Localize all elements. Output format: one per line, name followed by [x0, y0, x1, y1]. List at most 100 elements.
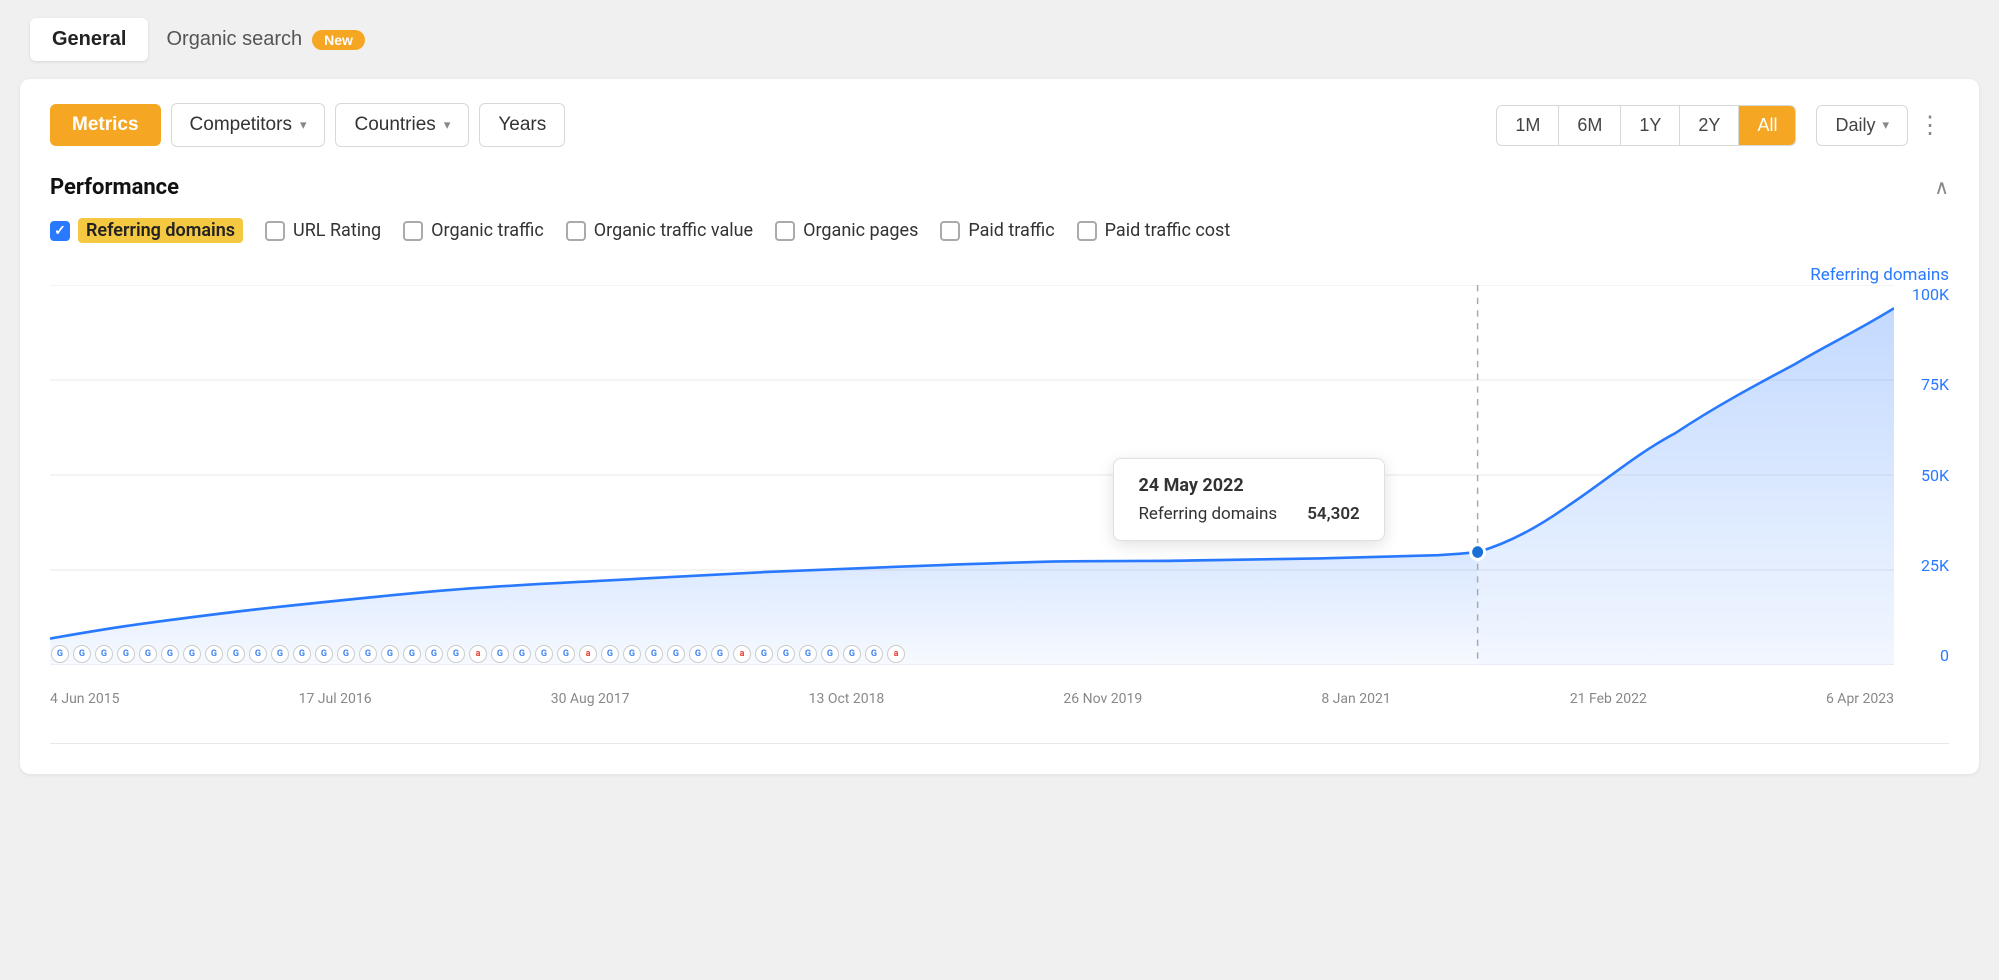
g-icon: G	[623, 645, 641, 663]
g-icon: G	[425, 645, 443, 663]
checkbox-organic-pages[interactable]	[775, 221, 795, 241]
g-icon: G	[557, 645, 575, 663]
x-label-2: 30 Aug 2017	[551, 691, 630, 707]
metric-label-organic-pages: Organic pages	[803, 220, 918, 241]
years-button[interactable]: Years	[479, 103, 565, 147]
x-label-6: 21 Feb 2022	[1570, 691, 1647, 707]
g-icon: G	[359, 645, 377, 663]
metrics-button[interactable]: Metrics	[50, 104, 161, 146]
checkbox-organic-traffic-value[interactable]	[566, 221, 586, 241]
top-tabs-bar: General Organic search New	[0, 0, 1999, 79]
metric-organic-traffic-value: Organic traffic value	[566, 220, 753, 241]
metric-paid-traffic: Paid traffic	[940, 220, 1054, 241]
toolbar-right: 1M 6M 1Y 2Y All Daily ▾ ⋮	[1496, 105, 1949, 146]
metric-label-paid-traffic: Paid traffic	[968, 220, 1054, 241]
g-icon: G	[711, 645, 729, 663]
g-icon: G	[249, 645, 267, 663]
g-icon: G	[293, 645, 311, 663]
metric-url-rating: URL Rating	[265, 220, 381, 241]
metric-organic-traffic: Organic traffic	[403, 220, 544, 241]
tab-general[interactable]: General	[30, 18, 148, 61]
metric-label-organic-traffic-value: Organic traffic value	[594, 220, 753, 241]
tooltip-row: Referring domains 54,302	[1138, 504, 1359, 524]
g-icon: G	[381, 645, 399, 663]
competitors-label: Competitors	[190, 114, 292, 136]
countries-chevron-icon: ▾	[444, 117, 451, 133]
time-all-button[interactable]: All	[1739, 106, 1795, 145]
g-icon: G	[337, 645, 355, 663]
y-label-50k: 50K	[1921, 466, 1949, 485]
section-divider	[50, 743, 1949, 744]
g-icon: G	[865, 645, 883, 663]
daily-chevron-icon: ▾	[1882, 117, 1889, 133]
g-icon: G	[315, 645, 333, 663]
time-2y-button[interactable]: 2Y	[1680, 106, 1739, 145]
g-icon: G	[205, 645, 223, 663]
daily-button[interactable]: Daily ▾	[1816, 105, 1908, 146]
new-badge: New	[312, 30, 365, 50]
x-label-3: 13 Oct 2018	[809, 691, 885, 707]
toolbar: Metrics Competitors ▾ Countries ▾ Years …	[50, 103, 1949, 147]
y-label-0: 0	[1940, 646, 1949, 665]
g-icon: G	[403, 645, 421, 663]
checkbox-organic-traffic[interactable]	[403, 221, 423, 241]
metric-label-url-rating: URL Rating	[293, 220, 381, 241]
g-icon: G	[139, 645, 157, 663]
chart-area: Referring domains 100K 75K 50K 25K 0	[50, 265, 1949, 725]
g-icon: G	[821, 645, 839, 663]
competitors-chevron-icon: ▾	[300, 117, 307, 133]
competitors-button[interactable]: Competitors ▾	[171, 103, 326, 147]
g-icon: G	[843, 645, 861, 663]
g-icon-alt: a	[887, 645, 905, 663]
g-icon: G	[447, 645, 465, 663]
g-icon: G	[227, 645, 245, 663]
time-range-group: 1M 6M 1Y 2Y All	[1496, 105, 1796, 146]
g-icon-alt: a	[733, 645, 751, 663]
metric-paid-traffic-cost: Paid traffic cost	[1077, 220, 1231, 241]
countries-label: Countries	[354, 114, 435, 136]
countries-button[interactable]: Countries ▾	[335, 103, 469, 147]
checkbox-referring-domains[interactable]	[50, 221, 70, 241]
x-label-5: 8 Jan 2021	[1321, 691, 1390, 707]
chart-legend-label: Referring domains	[1810, 265, 1949, 285]
y-label-100k: 100K	[1912, 285, 1949, 304]
g-icon: G	[535, 645, 553, 663]
g-icon: G	[271, 645, 289, 663]
main-content: Metrics Competitors ▾ Countries ▾ Years …	[20, 79, 1979, 774]
metrics-row: Referring domains URL Rating Organic tra…	[50, 218, 1949, 243]
x-label-4: 26 Nov 2019	[1063, 691, 1142, 707]
tab-organic-search-label: Organic search	[166, 28, 302, 51]
g-icon: G	[51, 645, 69, 663]
g-icon-alt: a	[469, 645, 487, 663]
daily-label: Daily	[1835, 115, 1875, 136]
g-icon: G	[73, 645, 91, 663]
collapse-button[interactable]: ∧	[1934, 175, 1949, 200]
performance-title: Performance	[50, 175, 179, 200]
chart-svg	[50, 285, 1894, 665]
y-label-75k: 75K	[1921, 375, 1949, 394]
x-label-0: 4 Jun 2015	[50, 691, 119, 707]
g-icon: G	[755, 645, 773, 663]
g-icon: G	[161, 645, 179, 663]
metric-label-referring-domains: Referring domains	[78, 218, 243, 243]
time-1m-button[interactable]: 1M	[1497, 106, 1559, 145]
time-1y-button[interactable]: 1Y	[1621, 106, 1680, 145]
g-icon: G	[491, 645, 509, 663]
metric-referring-domains: Referring domains	[50, 218, 243, 243]
y-axis: 100K 75K 50K 25K 0	[1912, 285, 1949, 665]
tooltip-metric: Referring domains	[1138, 504, 1277, 524]
g-icon: G	[667, 645, 685, 663]
checkbox-url-rating[interactable]	[265, 221, 285, 241]
more-options-button[interactable]: ⋮	[1912, 111, 1949, 140]
x-axis: 4 Jun 2015 17 Jul 2016 30 Aug 2017 13 Oc…	[50, 691, 1894, 707]
checkbox-paid-traffic-cost[interactable]	[1077, 221, 1097, 241]
tooltip-date: 24 May 2022	[1138, 475, 1359, 496]
time-6m-button[interactable]: 6M	[1559, 106, 1621, 145]
tooltip-value: 54,302	[1307, 504, 1360, 524]
g-icon: G	[183, 645, 201, 663]
metric-label-organic-traffic: Organic traffic	[431, 220, 544, 241]
g-icon: G	[689, 645, 707, 663]
tab-organic-search[interactable]: Organic search New	[156, 18, 374, 61]
chart-inner: G G G G G G G G G G G G G G G G G G G a	[50, 285, 1894, 665]
checkbox-paid-traffic[interactable]	[940, 221, 960, 241]
